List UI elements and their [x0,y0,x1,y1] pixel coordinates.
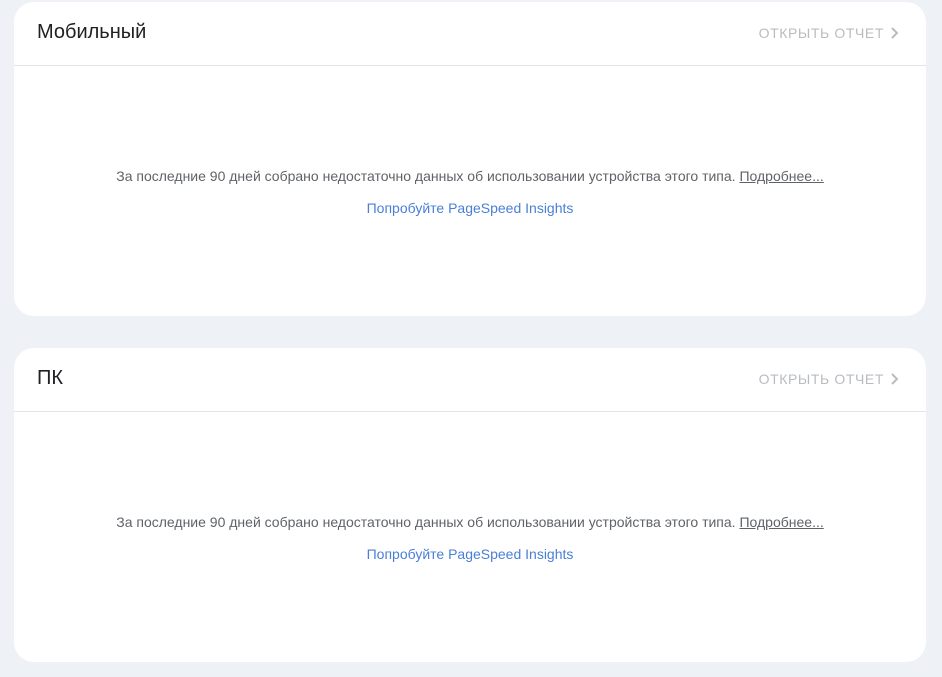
mobile-message-text: За последние 90 дней собрано недостаточн… [116,168,736,184]
desktop-card-header: ПК ОТКРЫТЬ ОТЧЕТ [14,348,926,412]
mobile-open-report-label: ОТКРЫТЬ ОТЧЕТ [758,25,884,41]
mobile-card-title: Мобильный [37,21,147,43]
mobile-card: Мобильный ОТКРЫТЬ ОТЧЕТ За последние 90 … [14,2,926,316]
mobile-no-data-message: За последние 90 дней собрано недостаточн… [14,167,926,185]
desktop-message-text: За последние 90 дней собрано недостаточн… [116,514,736,530]
desktop-no-data-message: За последние 90 дней собрано недостаточн… [14,513,926,531]
mobile-pagespeed-link[interactable]: Попробуйте PageSpeed Insights [14,199,926,217]
desktop-pagespeed-link[interactable]: Попробуйте PageSpeed Insights [14,545,926,563]
mobile-learn-more-link[interactable]: Подробнее... [739,168,823,184]
desktop-card-body: За последние 90 дней собрано недостаточн… [14,412,926,662]
desktop-learn-more-link[interactable]: Подробнее... [739,514,823,530]
mobile-card-body: За последние 90 дней собрано недостаточн… [14,66,926,316]
desktop-open-report-label: ОТКРЫТЬ ОТЧЕТ [758,371,884,387]
chevron-right-icon [890,372,900,386]
mobile-open-report-button[interactable]: ОТКРЫТЬ ОТЧЕТ [759,24,900,42]
chevron-right-icon [890,26,900,40]
mobile-card-header: Мобильный ОТКРЫТЬ ОТЧЕТ [14,2,926,66]
desktop-open-report-button[interactable]: ОТКРЫТЬ ОТЧЕТ [759,370,900,388]
desktop-card-title: ПК [37,367,64,389]
desktop-card: ПК ОТКРЫТЬ ОТЧЕТ За последние 90 дней со… [14,348,926,662]
